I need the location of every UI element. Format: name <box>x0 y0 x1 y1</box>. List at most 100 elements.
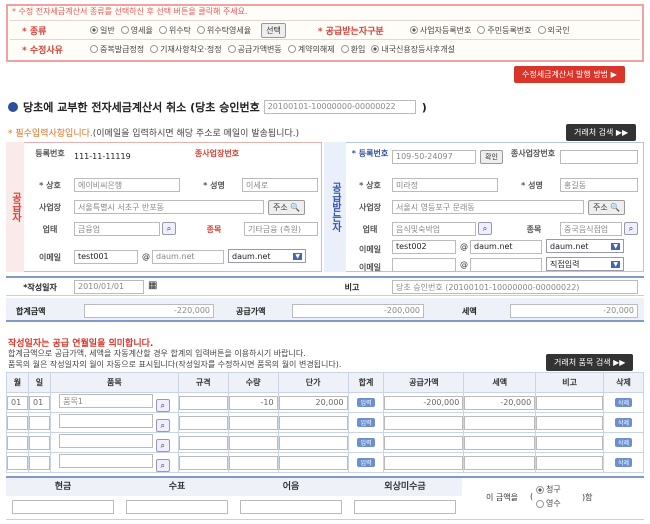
delete-button[interactable]: 삭제 <box>614 398 633 407</box>
note-field[interactable] <box>240 500 342 514</box>
m-field[interactable] <box>7 415 28 430</box>
supply-cell[interactable] <box>383 412 465 433</box>
receiver-email2-id[interactable] <box>392 258 456 272</box>
m-field[interactable] <box>7 435 28 450</box>
qty-field[interactable]: -10 <box>228 395 278 410</box>
input-button[interactable]: 입력 <box>357 418 375 427</box>
tax-cell[interactable] <box>463 452 537 473</box>
receiver-type-field[interactable]: 음식및숙박업 <box>392 222 476 236</box>
item-name-field[interactable] <box>59 433 154 448</box>
issue-method-button[interactable]: 수정세금계산서 발행 방법 ▶ <box>514 66 625 83</box>
price-cell[interactable] <box>277 452 349 473</box>
receiver-address-button[interactable]: 주소 🔍 <box>588 200 626 215</box>
note-cell[interactable] <box>535 412 605 433</box>
search-icon[interactable]: ⌕ <box>478 222 492 235</box>
price-cell[interactable] <box>277 412 349 433</box>
note-cell[interactable] <box>535 392 605 413</box>
del-cell[interactable]: 삭제 <box>603 432 644 453</box>
supplier-email-domain[interactable]: daum.net <box>152 250 224 264</box>
recv-radio-business[interactable]: 사업자등록번호 <box>409 25 471 36</box>
item-cell[interactable]: ⌕ <box>49 412 179 433</box>
qty-field[interactable] <box>228 455 278 470</box>
d-cell[interactable]: 01 <box>27 392 51 413</box>
input-button[interactable]: 입력 <box>357 398 375 407</box>
spec-cell[interactable] <box>177 432 229 453</box>
reason-radio-return[interactable]: 환입 <box>340 44 365 55</box>
supplier-addr-field[interactable]: 서울특별시 서초구 반포동 <box>74 200 264 214</box>
receiver-rep-field[interactable]: 홍길동 <box>560 178 638 192</box>
partner-search-button[interactable]: 거래처 검색 ▶▶ <box>566 124 637 141</box>
kind-radio-consign-zero[interactable]: 위수탁영세율 <box>196 25 251 36</box>
search-icon[interactable]: ⌕ <box>155 418 170 432</box>
calendar-icon[interactable]: ▦ <box>148 280 157 291</box>
tax-cell[interactable] <box>463 412 537 433</box>
search-icon[interactable]: ⌕ <box>155 458 170 472</box>
d-field[interactable] <box>28 455 50 470</box>
supplier-email-id[interactable]: test001 <box>74 250 138 264</box>
supply-cell[interactable]: -200,000 <box>383 392 465 413</box>
search-icon[interactable]: ⌕ <box>155 438 170 452</box>
input-button[interactable]: 입력 <box>357 438 375 447</box>
sum-cell[interactable]: 입력 <box>347 412 385 433</box>
cash-field[interactable] <box>12 500 114 514</box>
item-name-field[interactable] <box>59 413 154 428</box>
note-cell[interactable] <box>535 452 605 473</box>
supply-cell[interactable] <box>383 452 465 473</box>
qty-cell[interactable]: -10 <box>227 392 279 413</box>
tax-field[interactable] <box>464 435 536 450</box>
item-name-field[interactable] <box>59 453 154 468</box>
qty-field[interactable] <box>228 415 278 430</box>
qty-field[interactable] <box>228 435 278 450</box>
m-cell[interactable] <box>6 412 29 433</box>
d-field[interactable] <box>28 435 50 450</box>
supplier-rep-field[interactable]: 이세로 <box>242 178 318 192</box>
item-name-field[interactable]: 품목1 <box>59 393 154 408</box>
spec-cell[interactable] <box>177 452 229 473</box>
receiver-email-domain[interactable]: daum.net <box>470 240 542 254</box>
price-field[interactable] <box>278 435 348 450</box>
price-field[interactable]: 20,000 <box>278 395 348 410</box>
d-cell[interactable] <box>27 452 51 473</box>
kind-radio-zero[interactable]: 영세율 <box>120 25 153 36</box>
reason-radio-error[interactable]: 기재사항착오·정정 <box>150 44 222 55</box>
supplier-email-select[interactable]: daum.net ▼ <box>228 249 306 263</box>
receiver-sub-field[interactable] <box>560 150 638 164</box>
m-cell[interactable] <box>6 452 29 473</box>
item-cell[interactable]: 품목1 ⌕ <box>49 392 179 413</box>
input-button[interactable]: 입력 <box>357 458 375 467</box>
reason-radio-cancel[interactable]: 계약의해제 <box>287 44 335 55</box>
supplier-address-button[interactable]: 주소 🔍 <box>268 200 306 215</box>
qty-cell[interactable] <box>227 412 279 433</box>
supplier-item-field[interactable]: 기타금융 (측원) <box>244 222 318 236</box>
note-cell[interactable] <box>535 432 605 453</box>
sum-cell[interactable]: 입력 <box>347 452 385 473</box>
supply-field[interactable]: -200,000 <box>384 395 464 410</box>
supply-cell[interactable] <box>383 432 465 453</box>
m-cell[interactable]: 01 <box>6 392 29 413</box>
price-field[interactable] <box>278 455 348 470</box>
claim-radio-receipt[interactable]: 영수 <box>536 498 561 509</box>
reason-radio-amount[interactable]: 공급가액변동 <box>227 44 282 55</box>
sum-cell[interactable]: 입력 <box>347 392 385 413</box>
tax-cell[interactable] <box>463 432 537 453</box>
search-icon[interactable]: ⌕ <box>162 222 176 235</box>
price-field[interactable] <box>278 415 348 430</box>
price-cell[interactable]: 20,000 <box>277 392 349 413</box>
select-button[interactable]: 선택 <box>261 22 286 38</box>
tax-field[interactable] <box>464 415 536 430</box>
claim-radio-charge[interactable]: 청구 <box>536 484 561 495</box>
spec-field[interactable] <box>178 395 228 410</box>
supply-field[interactable] <box>384 455 464 470</box>
confirm-button[interactable]: 확인 <box>480 150 503 164</box>
note-field[interactable] <box>536 435 604 450</box>
reason-radio-duplicate[interactable]: 중복발급정정 <box>90 44 144 55</box>
m-field[interactable] <box>7 455 28 470</box>
delete-button[interactable]: 삭제 <box>614 418 633 427</box>
date-field[interactable]: 2010/01/01 <box>74 280 144 294</box>
tax-field[interactable]: -20,000 <box>464 395 536 410</box>
receiver-email-select[interactable]: daum.net ▼ <box>546 239 624 253</box>
receiver-name-field[interactable]: 미라정 <box>392 178 498 192</box>
recv-radio-resident[interactable]: 주민등록번호 <box>477 25 532 36</box>
delete-button[interactable]: 삭제 <box>614 458 633 467</box>
kind-radio-consign[interactable]: 위수탁 <box>158 25 191 36</box>
